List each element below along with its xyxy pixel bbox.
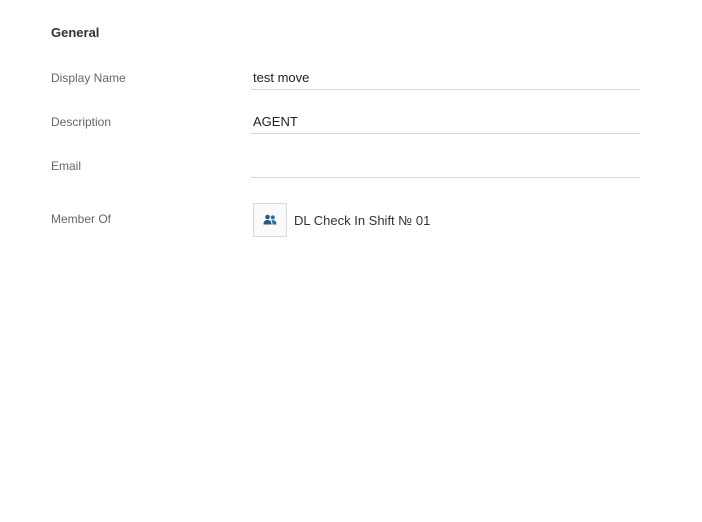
member-group-name: DL Check In Shift № 01 bbox=[294, 212, 431, 228]
display-name-label: Display Name bbox=[51, 71, 126, 85]
email-row: Email bbox=[51, 154, 640, 180]
description-input[interactable] bbox=[251, 110, 640, 134]
email-label: Email bbox=[51, 159, 82, 173]
description-label: Description bbox=[51, 115, 112, 129]
member-group-chip[interactable]: DL Check In Shift № 01 bbox=[253, 203, 430, 237]
member-of-label: Member Of bbox=[51, 212, 112, 226]
properties-panel: General Display Name Description Email M… bbox=[0, 0, 702, 522]
display-name-row: Display Name bbox=[51, 66, 640, 92]
email-input[interactable] bbox=[251, 154, 640, 178]
display-name-input[interactable] bbox=[251, 66, 640, 90]
description-row: Description bbox=[51, 110, 640, 136]
group-icon bbox=[253, 203, 287, 237]
member-of-row: Member Of DL Check In Shift № 01 bbox=[51, 202, 640, 238]
section-title-general: General bbox=[51, 25, 100, 40]
